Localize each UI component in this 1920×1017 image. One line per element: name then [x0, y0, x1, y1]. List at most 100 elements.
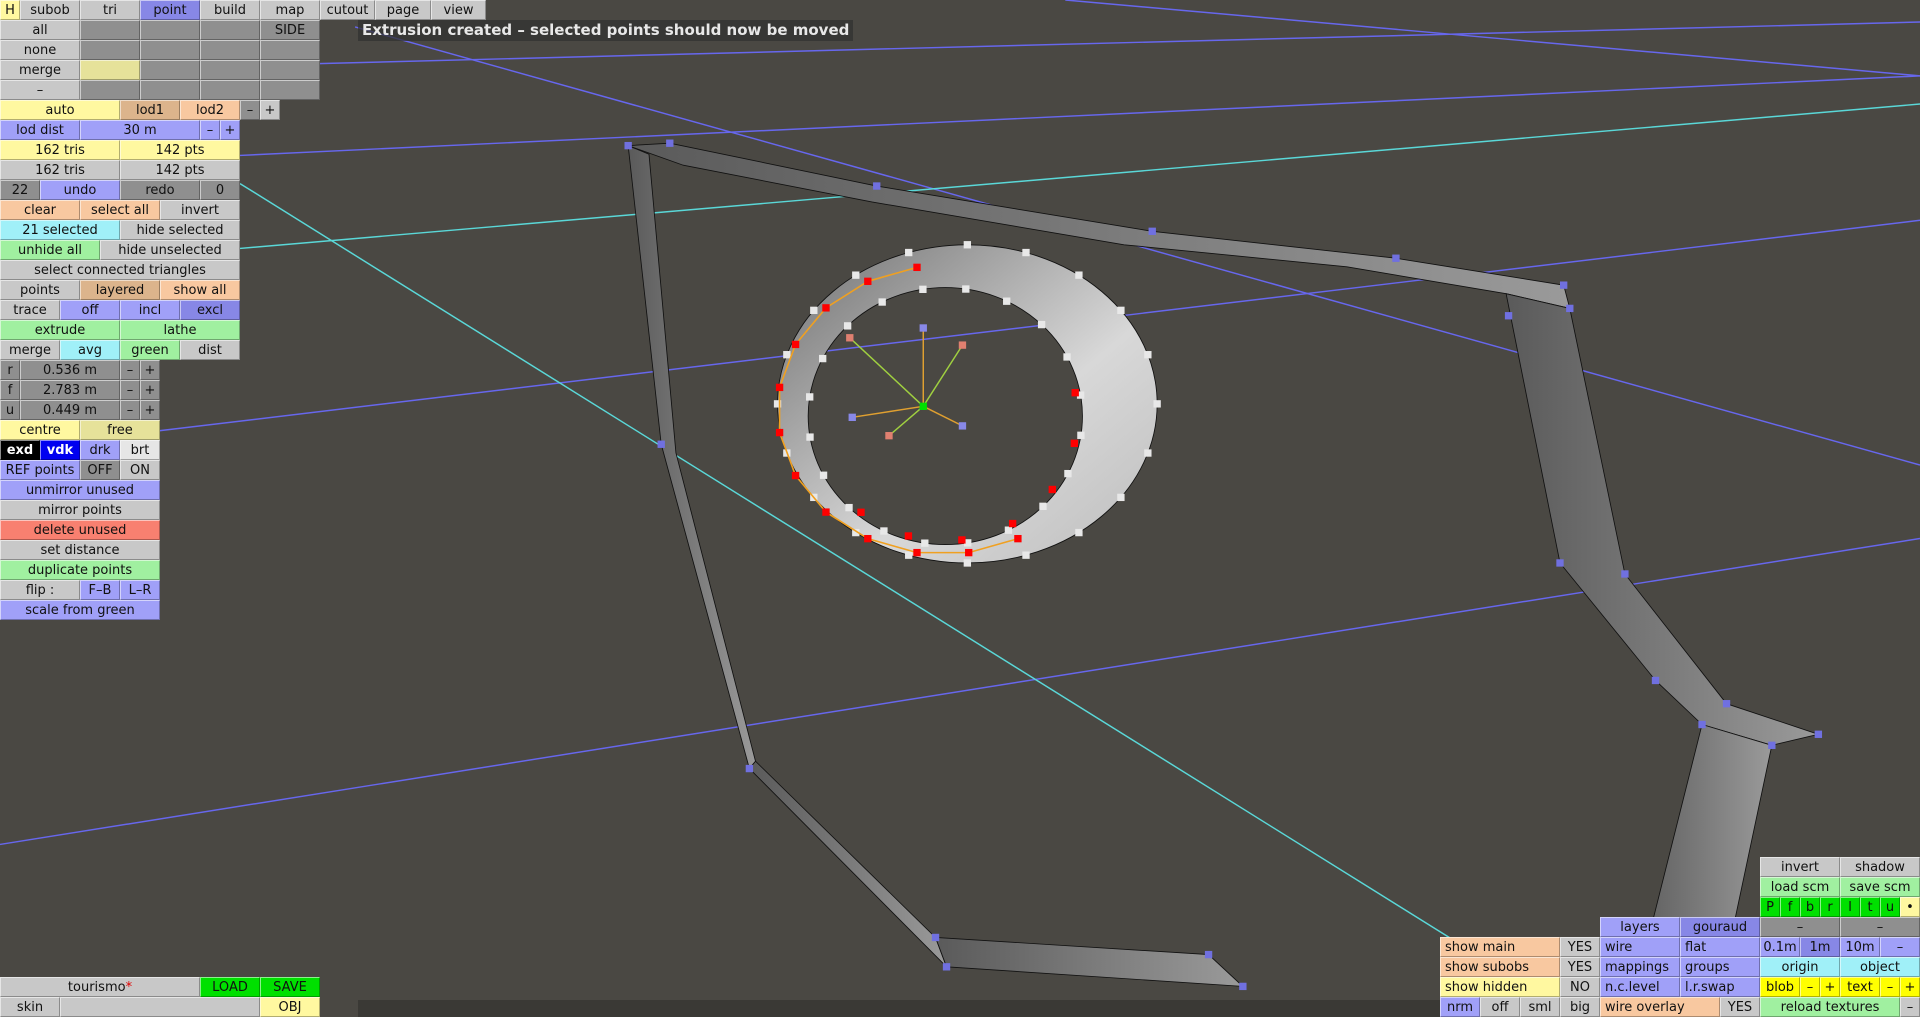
frame-point[interactable] — [1556, 559, 1564, 567]
frame-point[interactable] — [1148, 227, 1156, 235]
selected-point[interactable] — [1014, 534, 1022, 543]
lod-dist-plus[interactable]: + — [220, 120, 240, 140]
mesh-point[interactable] — [905, 551, 913, 559]
origin-button[interactable]: origin — [1760, 957, 1840, 977]
flip-lr-button[interactable]: L–R — [120, 580, 160, 600]
mesh-point[interactable] — [905, 248, 913, 257]
f-value[interactable]: 2.783 m — [20, 380, 120, 400]
avg-button[interactable]: avg — [60, 340, 120, 360]
set-distance-button[interactable]: set distance — [0, 540, 160, 560]
mesh-point[interactable] — [921, 539, 929, 547]
lod-plus-button[interactable]: + — [260, 100, 280, 120]
selected-point[interactable] — [864, 277, 872, 285]
mesh-point[interactable] — [818, 354, 827, 363]
mesh-point[interactable] — [843, 322, 852, 330]
grid-cell[interactable] — [200, 60, 260, 80]
view-r-button[interactable]: r — [1820, 897, 1840, 917]
r-value[interactable]: 0.536 m — [20, 360, 120, 380]
frame-point[interactable] — [1621, 570, 1629, 578]
view-t-button[interactable]: t — [1860, 897, 1880, 917]
mesh-point[interactable] — [878, 298, 886, 306]
u-value[interactable]: 0.449 m — [20, 400, 120, 420]
text-minus[interactable]: – — [1880, 977, 1900, 997]
show-all-button[interactable]: show all — [160, 280, 240, 300]
tab-page[interactable]: page — [375, 0, 431, 20]
frame-point[interactable] — [1722, 700, 1731, 708]
lod-dist-minus[interactable]: – — [200, 120, 220, 140]
frame-point[interactable] — [1392, 254, 1400, 262]
layered-button[interactable]: layered — [80, 280, 160, 300]
grid-cell[interactable] — [260, 60, 320, 80]
frame-point[interactable] — [1560, 281, 1568, 289]
view-dot-button[interactable]: • — [1900, 897, 1920, 917]
shadow-button[interactable]: shadow — [1840, 857, 1920, 877]
f-plus[interactable]: + — [140, 380, 160, 400]
nc-level-button[interactable]: n.c.level — [1600, 977, 1680, 997]
wire-overlay-toggle[interactable]: YES — [1720, 997, 1760, 1017]
mesh-point[interactable] — [963, 241, 972, 249]
hide-selected-button[interactable]: hide selected — [120, 220, 240, 240]
drk-button[interactable]: drk — [80, 440, 120, 460]
view-f-button[interactable]: f — [1780, 897, 1800, 917]
grid-1m-button[interactable]: 1m — [1800, 937, 1840, 957]
frame-point[interactable] — [1504, 312, 1513, 320]
unhide-all-button[interactable]: unhide all — [0, 240, 100, 260]
frame-point[interactable] — [1651, 676, 1660, 685]
view-l-button[interactable]: l — [1840, 897, 1860, 917]
grid-off-button[interactable]: – — [1880, 937, 1920, 957]
grid-01m-button[interactable]: 0.1m — [1760, 937, 1800, 957]
frame-point[interactable] — [745, 764, 754, 773]
select-connected-triangles-button[interactable]: select connected triangles — [0, 260, 240, 280]
tab-build[interactable]: build — [200, 0, 260, 20]
grid-cell[interactable] — [80, 40, 140, 60]
selected-point[interactable] — [904, 532, 913, 540]
obj-button[interactable]: OBJ — [260, 997, 320, 1017]
flat-button[interactable]: flat — [1680, 937, 1760, 957]
lod2-button[interactable]: lod2 — [180, 100, 240, 120]
extrude-button[interactable]: extrude — [0, 320, 120, 340]
mesh-point[interactable] — [1064, 469, 1072, 478]
points-button[interactable]: points — [0, 280, 80, 300]
selected-point[interactable] — [864, 534, 872, 543]
grid-cell[interactable] — [80, 60, 140, 80]
tab-map[interactable]: map — [260, 0, 320, 20]
select-dash-button[interactable]: – — [0, 80, 80, 100]
frame-point[interactable] — [1239, 982, 1247, 991]
view-b-button[interactable]: b — [1800, 897, 1820, 917]
text-plus[interactable]: + — [1900, 977, 1920, 997]
show-subobs-toggle[interactable]: YES — [1560, 957, 1600, 977]
mesh-point[interactable] — [806, 393, 814, 401]
centre-button[interactable]: centre — [0, 420, 80, 440]
frame-point[interactable] — [1814, 730, 1823, 738]
scale-from-green-button[interactable]: scale from green — [0, 600, 160, 620]
f-minus[interactable]: – — [120, 380, 140, 400]
select-all-button[interactable]: all — [0, 20, 80, 40]
save-scm-button[interactable]: save scm — [1840, 877, 1920, 897]
mesh-point[interactable] — [783, 351, 791, 359]
frame-point[interactable] — [666, 139, 674, 147]
free-button[interactable]: free — [80, 420, 160, 440]
grid-cell[interactable] — [140, 40, 200, 60]
layers-button[interactable]: layers — [1600, 917, 1680, 937]
gouraud-button[interactable]: gouraud — [1680, 917, 1760, 937]
load-scm-button[interactable]: load scm — [1760, 877, 1840, 897]
skin-field[interactable] — [60, 997, 260, 1017]
trace-off-button[interactable]: off — [60, 300, 120, 320]
dist-button[interactable]: dist — [180, 340, 240, 360]
select-none-button[interactable]: none — [0, 40, 80, 60]
u-plus[interactable]: + — [140, 400, 160, 420]
select-all-points-button[interactable]: select all — [80, 200, 160, 220]
reload-textures-button[interactable]: reload textures — [1760, 997, 1900, 1017]
trace-excl-button[interactable]: excl — [180, 300, 240, 320]
frame-point[interactable] — [1204, 950, 1213, 959]
mesh-point[interactable] — [1003, 297, 1011, 305]
frame-point[interactable] — [1698, 720, 1706, 729]
grid-10m-button[interactable]: 10m — [1840, 937, 1880, 957]
mesh-point[interactable] — [880, 527, 888, 535]
mesh-point[interactable] — [1075, 271, 1083, 279]
groups-button[interactable]: groups — [1680, 957, 1760, 977]
lathe-button[interactable]: lathe — [120, 320, 240, 340]
selected-point[interactable] — [775, 383, 784, 392]
model-name[interactable]: tourismo* — [0, 977, 200, 997]
tab-point[interactable]: point — [140, 0, 200, 20]
